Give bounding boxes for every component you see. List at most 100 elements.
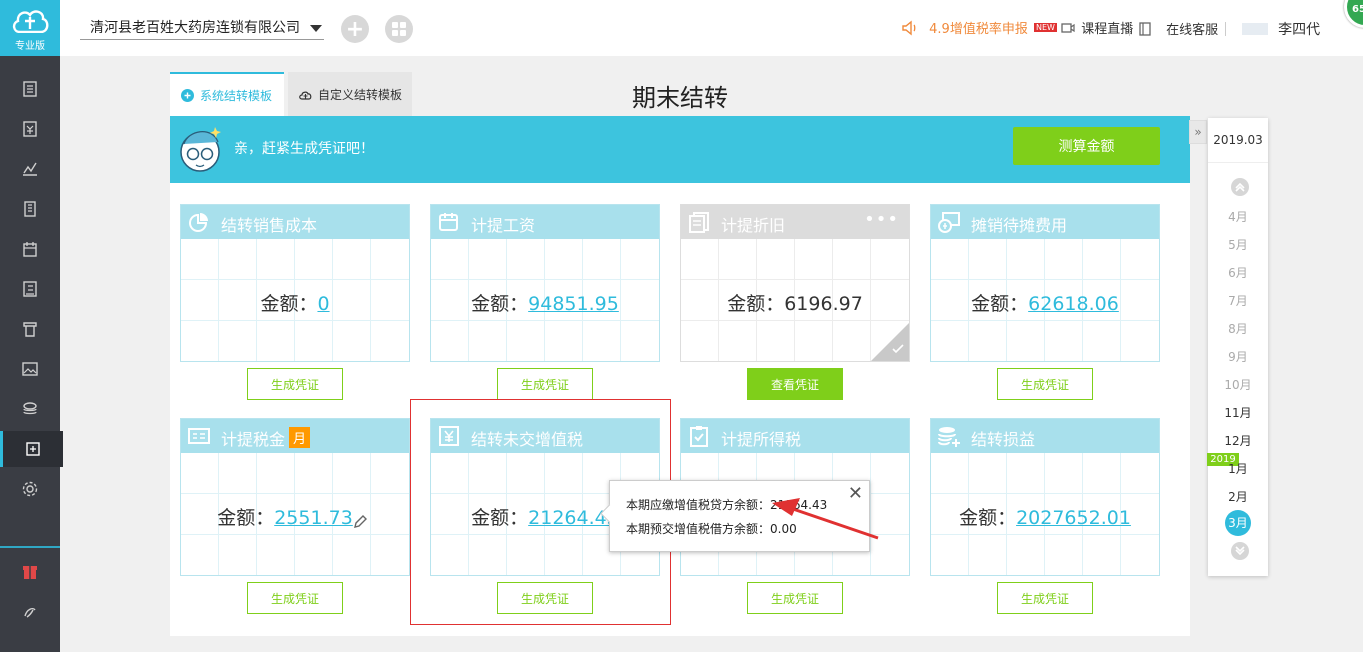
course-text: 课程直播 [1081,22,1134,37]
nav-item-stack[interactable] [0,391,60,427]
video-icon [1061,23,1075,33]
notice-link[interactable]: 4.9增值税率申报 [901,18,1028,37]
building-icon [24,201,36,217]
cloud-logo-icon [12,10,49,33]
nav-item-building[interactable] [0,191,60,227]
card-header: 结转损益 [931,419,1159,453]
card-header: 计提税金月 [181,419,409,453]
app-logo[interactable]: 专业版 [0,0,60,56]
nav-item-image[interactable] [0,351,60,387]
card-title: 结转销售成本 [221,216,318,235]
user-menu[interactable]: 李四代 [1242,19,1320,39]
template-icon [181,88,194,102]
calculate-amount-button[interactable]: 测算金额 [1013,127,1160,165]
nav-item-carryover[interactable] [0,431,63,467]
card-title: 结转损益 [971,430,1036,449]
month-item[interactable]: 11月 [1208,404,1268,421]
card-title: 计提税金月 [221,426,311,450]
page-title: 期末结转 [632,84,728,112]
card-profit-loss: 结转损益 金额：2027652.01 [930,418,1160,576]
company-select[interactable]: 清河县老百姓大药房连锁有限公司 [80,16,324,40]
divider [1225,22,1226,36]
collapse-panel-button[interactable]: » [1189,120,1207,144]
month-item[interactable]: 6月 [1208,264,1268,281]
nav-item-settings[interactable] [0,471,60,507]
month-item[interactable]: 4月 [1208,208,1268,225]
month-item[interactable]: 8月 [1208,320,1268,337]
online-service-link[interactable]: 在线客服 [1138,19,1218,38]
generate-voucher-button[interactable]: 生成凭证 [247,582,343,614]
nav-item-chart[interactable] [0,151,60,187]
selected-month: 3月 [1225,510,1251,536]
generate-voucher-button[interactable]: 生成凭证 [997,582,1093,614]
add-button[interactable]: + [341,15,369,43]
link-icon [24,607,36,618]
month-item[interactable]: 12月 [1208,432,1268,449]
nav-item-calendar[interactable] [0,231,60,267]
card-header: 计提折旧 ••• [681,205,909,239]
coins-plus-icon [938,427,960,447]
amount-link[interactable]: 94851.95 [528,293,619,315]
tab-custom-template[interactable]: 自定义结转模板 [288,72,412,116]
month-item[interactable]: 2月 [1208,488,1268,505]
more-options-icon[interactable]: ••• [864,209,899,230]
amount-link[interactable]: 0 [317,293,329,315]
speaker-icon [902,20,916,36]
book-icon [1139,22,1151,36]
chart-icon [23,162,37,176]
month-item[interactable]: 9月 [1208,348,1268,365]
card-amount: 金额：62618.06 [931,289,1159,316]
card-title: 计提所得税 [721,430,802,449]
month-item[interactable]: 1月 [1208,460,1268,477]
course-live-link[interactable]: NEW 课程直播 [1034,18,1133,37]
nav-item-voucher[interactable] [0,111,60,147]
amount-link[interactable]: 2027652.01 [1016,507,1131,529]
generate-voucher-button[interactable]: 生成凭证 [497,368,593,400]
nav-item-link[interactable] [0,594,60,630]
apps-button[interactable] [385,15,413,43]
month-item[interactable]: 10月 [1208,376,1268,393]
card-amortize-expense: 摊销待摊费用 金额：62618.06 [930,204,1160,362]
card-depreciation: 计提折旧 ••• 金额：6196.97 [680,204,910,362]
card-header: 计提工资 [431,205,659,239]
generate-voucher-button[interactable]: 生成凭证 [997,368,1093,400]
amount-label: 金额： [727,293,785,315]
amount-label: 金额： [217,507,275,529]
close-icon[interactable]: ✕ [848,483,863,504]
amount-label: 金额： [471,293,529,315]
monthly-badge: 月 [289,427,311,448]
completed-check-icon [871,323,909,361]
view-voucher-button[interactable]: 查看凭证 [747,368,843,400]
nav-item-report[interactable] [0,311,60,347]
vat-detail-tooltip: 本期应缴增值税贷方余额：21264.43 本期预交增值税借方余额：0.00 ✕ [600,480,870,552]
chevron-down-icon[interactable] [1231,542,1249,560]
notification-count: 65 [1352,4,1363,15]
generate-voucher-button[interactable]: 生成凭证 [247,368,343,400]
nav-item-ledger[interactable] [0,271,60,307]
chevron-down-icon [310,25,322,32]
card-accrue-salary: 计提工资 金额：94851.95 [430,204,660,362]
chevron-up-icon[interactable] [1231,178,1249,196]
cloud-icon [299,91,312,100]
card-header: 计提所得税 [681,419,909,453]
list-icon [23,81,37,97]
amount-link[interactable]: 62618.06 [1028,293,1119,315]
service-text: 在线客服 [1166,23,1219,38]
amount-link[interactable]: 2551.73 [274,507,353,529]
card-title: 计提工资 [471,216,536,235]
month-item[interactable]: 7月 [1208,292,1268,309]
plus-icon: + [345,16,365,42]
month-item-selected[interactable]: 3月 [1208,510,1268,536]
edit-pencil-icon[interactable] [353,515,367,529]
tab-system-template[interactable]: 系统结转模板 [170,72,284,116]
nav-item-list[interactable] [0,71,60,107]
generate-voucher-button[interactable]: 生成凭证 [747,582,843,614]
card-header: 摊销待摊费用 [931,205,1159,239]
voucher-icon [23,121,37,137]
nav-item-gift[interactable] [0,554,60,590]
tax-form-icon [188,428,210,444]
avatar [1242,23,1268,35]
settings-icon [22,481,38,497]
notice-text: 4.9增值税率申报 [929,22,1028,37]
month-item[interactable]: 5月 [1208,236,1268,253]
